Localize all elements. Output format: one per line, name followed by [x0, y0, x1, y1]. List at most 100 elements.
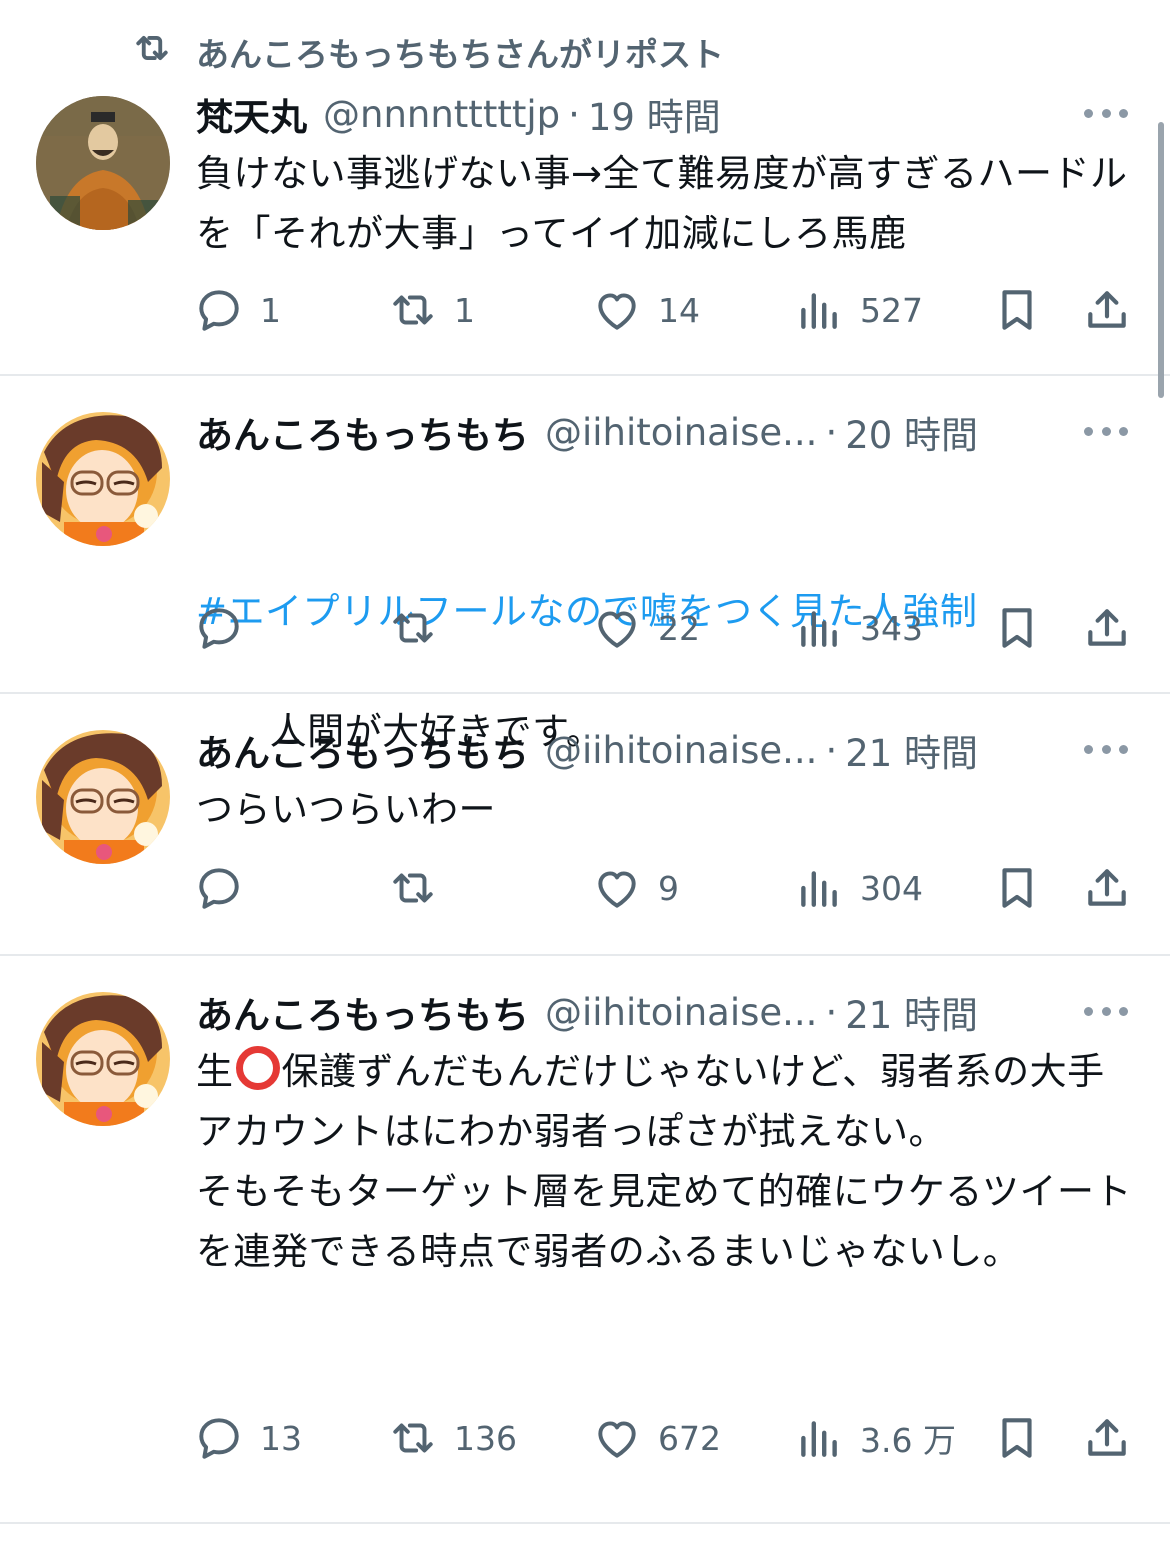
repost-button[interactable]: 1 — [388, 280, 475, 340]
repost-count: 136 — [454, 1418, 517, 1458]
like-button[interactable]: 9 — [592, 858, 679, 918]
views-count: 527 — [860, 290, 923, 330]
reply-count: 13 — [260, 1418, 302, 1458]
views-button[interactable]: 3.6 万 — [794, 1408, 956, 1468]
more-icon[interactable] — [1084, 1004, 1128, 1018]
separator-dot: · — [568, 92, 580, 136]
reply-button[interactable] — [194, 598, 260, 658]
user-handle[interactable]: @nnnntttttjp — [323, 93, 560, 136]
more-icon[interactable] — [1084, 742, 1128, 756]
views-count: 304 — [860, 868, 923, 908]
tweet-header: あんころもっちもち @iihitoinaise... · 21 時間 — [196, 986, 1020, 1038]
heart-icon — [598, 871, 636, 908]
tweet[interactable]: あんころもっちもち @iihitoinaise... · 20 時間 #エイプリ… — [0, 376, 1170, 753]
repost-icon — [393, 1423, 433, 1453]
timeline-feed: あんころもっちもちさんがリポスト 梵天丸 @nnnntttttjp · 19 時… — [0, 0, 1170, 1562]
like-button[interactable]: 14 — [592, 280, 700, 340]
repost-icon — [393, 873, 433, 903]
action-bar: 1 1 14 527 — [0, 280, 1170, 340]
like-button[interactable]: 22 — [592, 598, 700, 658]
reply-icon — [199, 868, 239, 909]
repost-banner-text: あんころもっちもちさんがリポスト — [196, 35, 724, 74]
bookmark-icon — [1002, 868, 1032, 908]
repost-icon — [130, 26, 174, 78]
repost-button[interactable]: 136 — [388, 1408, 517, 1468]
tweet-header: 梵天丸 @nnnntttttjp · 19 時間 — [196, 88, 1020, 140]
tweet-text: 負けない事逃げない事→全て難易度が高すぎるハードルを「それが大事」ってイイ加減に… — [196, 152, 1128, 255]
separator-dot: · — [825, 410, 838, 454]
views-button[interactable]: 343 — [794, 598, 923, 658]
reply-icon — [199, 290, 239, 331]
reply-button[interactable]: 13 — [194, 1408, 302, 1468]
tweet-text: つらいつらいわー — [196, 788, 496, 831]
tweet-text: 保護ずんだもんだけじゃないけど、弱者系の大手アカウントはにわか弱者っぽさが拭えな… — [196, 1050, 1133, 1273]
repost-count: 1 — [454, 290, 475, 330]
repost-icon — [393, 295, 433, 325]
user-handle[interactable]: @iihitoinaise... — [545, 729, 817, 772]
share-icon — [1088, 291, 1126, 328]
views-button[interactable]: 527 — [794, 280, 923, 340]
reply-button[interactable]: 1 — [194, 280, 281, 340]
tweet[interactable]: 梵天丸 @nnnntttttjp · 19 時間 負けない事逃げない事→全て難易… — [0, 84, 1170, 376]
like-count: 672 — [658, 1418, 721, 1458]
heart-icon — [598, 611, 636, 648]
user-handle[interactable]: @iihitoinaise... — [545, 991, 817, 1034]
repost-button[interactable] — [388, 858, 454, 918]
views-icon — [801, 293, 837, 329]
reply-icon — [199, 608, 239, 649]
action-bar: 9 304 — [0, 858, 1170, 918]
tweet-header: あんころもっちもち @iihitoinaise... · 21 時間 — [196, 724, 1020, 776]
like-button[interactable]: 672 — [592, 1408, 721, 1468]
avatar[interactable] — [36, 96, 170, 230]
repost-banner[interactable]: あんころもっちもちさんがリポスト — [130, 28, 724, 76]
display-name[interactable]: あんころもっちもち — [196, 986, 529, 1038]
more-icon[interactable] — [1084, 424, 1128, 438]
share-button[interactable] — [1082, 280, 1132, 340]
tweet-text-prefix: 生 — [196, 1050, 234, 1093]
views-count: 3.6 万 — [860, 1421, 956, 1460]
avatar[interactable] — [36, 730, 170, 864]
bookmark-button[interactable] — [992, 280, 1042, 340]
views-icon — [801, 1421, 837, 1457]
views-icon — [801, 611, 837, 647]
display-name[interactable]: あんころもっちもち — [196, 406, 529, 458]
views-button[interactable]: 304 — [794, 858, 923, 918]
heart-icon — [598, 293, 636, 330]
bookmark-icon — [1002, 1418, 1032, 1458]
reply-button[interactable] — [194, 858, 260, 918]
bookmark-button[interactable] — [992, 598, 1042, 658]
share-button[interactable] — [1082, 858, 1132, 918]
display-name[interactable]: あんころもっちもち — [196, 724, 529, 776]
avatar[interactable] — [36, 412, 170, 546]
share-button[interactable] — [1082, 598, 1132, 658]
separator-dot: · — [825, 728, 838, 772]
bookmark-button[interactable] — [992, 858, 1042, 918]
action-bar: 22 343 — [0, 598, 1170, 658]
timestamp[interactable]: 19 時間 — [588, 88, 721, 140]
scrollbar[interactable] — [1158, 122, 1164, 398]
timestamp[interactable]: 21 時間 — [845, 724, 978, 776]
user-handle[interactable]: @iihitoinaise... — [545, 411, 817, 454]
more-icon[interactable] — [1084, 106, 1128, 120]
tweet[interactable]: あんころもっちもち @iihitoinaise... · 21 時間 つらいつら… — [0, 694, 1170, 956]
repost-button[interactable] — [388, 598, 454, 658]
like-count: 22 — [658, 608, 700, 648]
like-count: 14 — [658, 290, 700, 330]
bookmark-icon — [1002, 290, 1032, 330]
timestamp[interactable]: 21 時間 — [845, 986, 978, 1038]
like-count: 9 — [658, 868, 679, 908]
display-name[interactable]: 梵天丸 — [196, 88, 307, 140]
share-button[interactable] — [1082, 1408, 1132, 1468]
red-circle-icon — [235, 1046, 280, 1090]
share-icon — [1088, 609, 1126, 646]
bookmark-button[interactable] — [992, 1408, 1042, 1468]
bookmark-icon — [1002, 608, 1032, 648]
avatar[interactable] — [36, 992, 170, 1126]
heart-icon — [598, 1421, 636, 1458]
tweet[interactable]: あんころもっちもち @iihitoinaise... · 21 時間 生保護ずん… — [0, 956, 1170, 1524]
share-icon — [1088, 1419, 1126, 1456]
separator-dot: · — [825, 990, 838, 1034]
timestamp[interactable]: 20 時間 — [845, 406, 978, 458]
views-icon — [801, 871, 837, 907]
reply-count: 1 — [260, 290, 281, 330]
